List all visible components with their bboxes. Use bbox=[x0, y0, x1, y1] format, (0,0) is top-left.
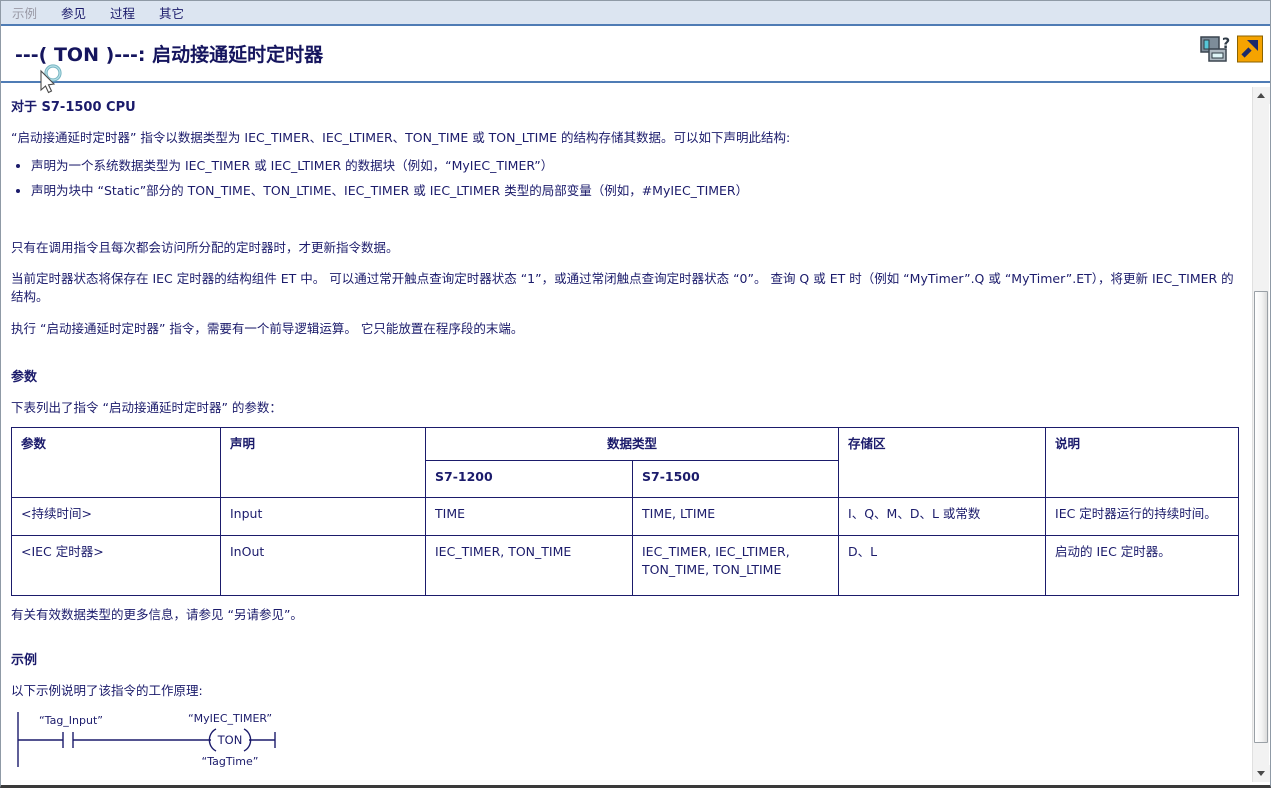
normally-open-contact bbox=[63, 732, 73, 748]
cell-description: IEC 定时器运行的持续时间。 bbox=[1046, 497, 1239, 535]
triangle-down-icon bbox=[1257, 771, 1265, 776]
col-header-memory: 存储区 bbox=[839, 427, 1046, 497]
cell-s7-1500: IEC_TIMER, IEC_LTIMER, TON_TIME, TON_LTI… bbox=[633, 535, 839, 595]
paragraph-timer-status: 当前定时器状态将保存在 IEC 定时器的结构组件 ET 中。 可以通过常开触点查… bbox=[11, 270, 1239, 306]
scroll-down-button[interactable] bbox=[1253, 765, 1270, 782]
menu-item-see-also[interactable]: 参见 bbox=[61, 3, 86, 22]
content-area: 对于 S7-1500 CPU “启动接通延时定时器” 指令以数据类型为 IEC_… bbox=[2, 87, 1251, 782]
col-header-s7-1200: S7-1200 bbox=[426, 460, 633, 497]
example-paragraph-1: 当操作数 Tag_Input 的信号状态从 “0”变为 “1”时，执行 “启动接… bbox=[11, 780, 1239, 782]
table-row: <IEC 定时器> InOut IEC_TIMER, TON_TIME IEC_… bbox=[12, 535, 1239, 595]
cell-declaration: Input bbox=[221, 497, 426, 535]
parameters-intro: 下表列出了指令 “启动接通延时定时器” 的参数： bbox=[11, 399, 1239, 417]
list-item: 声明为一个系统数据类型为 IEC_TIMER 或 IEC_LTIMER 的数据块… bbox=[31, 157, 1239, 175]
section-heading-cpu: 对于 S7-1500 CPU bbox=[11, 99, 1239, 118]
cell-description: 启动的 IEC 定时器。 bbox=[1046, 535, 1239, 595]
related-topics-icon[interactable]: ? bbox=[1198, 35, 1232, 65]
section-heading-parameters: 参数 bbox=[11, 369, 1239, 388]
menu-item-example[interactable]: 示例 bbox=[12, 3, 37, 22]
title-icons: ? bbox=[1198, 35, 1263, 65]
list-item: 声明为块中 “Static”部分的 TON_TIME、TON_LTIME、IEC… bbox=[31, 182, 1239, 200]
example-intro: 以下示例说明了该指令的工作原理: bbox=[11, 682, 1239, 700]
cell-param: <持续时间> bbox=[12, 497, 221, 535]
col-header-param: 参数 bbox=[12, 427, 221, 497]
coil-text: TON bbox=[217, 733, 243, 747]
col-header-description: 说明 bbox=[1046, 427, 1239, 497]
paragraph-update: 只有在调用指令且每次都会访问所分配的定时器时，才更新指令数据。 bbox=[11, 239, 1239, 257]
menu-bar: 示例 参见 过程 其它 bbox=[1, 1, 1270, 26]
cell-param: <IEC 定时器> bbox=[12, 535, 221, 595]
contact-label: “Tag_Input” bbox=[39, 714, 103, 727]
cell-declaration: InOut bbox=[221, 535, 426, 595]
help-window: 示例 参见 过程 其它 ---( TON )---: 启动接通延时定时器 ? bbox=[0, 0, 1271, 788]
menu-item-procedure[interactable]: 过程 bbox=[110, 3, 135, 22]
table-header-row: 参数 声明 数据类型 存储区 说明 bbox=[12, 427, 1239, 460]
see-also-note: 有关有效数据类型的更多信息，请参见 “另请参见”。 bbox=[11, 606, 1239, 624]
title-bar: ---( TON )---: 启动接通延时定时器 ? bbox=[1, 26, 1270, 83]
vertical-scrollbar[interactable] bbox=[1252, 87, 1269, 782]
paragraph-placement: 执行 “启动接通延时定时器” 指令，需要有一个前导逻辑运算。 它只能放置在程序段… bbox=[11, 320, 1239, 338]
menu-item-other[interactable]: 其它 bbox=[159, 3, 184, 22]
coil-label-top: “MyIEC_TIMER” bbox=[188, 712, 272, 725]
ton-coil: TON bbox=[209, 729, 250, 751]
col-header-declaration: 声明 bbox=[221, 427, 426, 497]
parameters-table: 参数 声明 数据类型 存储区 说明 S7-1200 S7-1500 <持续时间>… bbox=[11, 427, 1239, 596]
col-header-s7-1500: S7-1500 bbox=[633, 460, 839, 497]
table-row: <持续时间> Input TIME TIME, LTIME I、Q、M、D、L … bbox=[12, 497, 1239, 535]
ladder-diagram-ton: “Tag_Input” TON “MyIEC_TIMER” “TagTime” bbox=[13, 710, 298, 770]
triangle-up-icon bbox=[1257, 93, 1265, 98]
cell-s7-1200: IEC_TIMER, TON_TIME bbox=[426, 535, 633, 595]
cell-s7-1500: TIME, LTIME bbox=[633, 497, 839, 535]
coil-label-bottom: “TagTime” bbox=[202, 755, 259, 768]
col-header-datatype: 数据类型 bbox=[426, 427, 839, 460]
paragraph-datatypes: “启动接通延时定时器” 指令以数据类型为 IEC_TIMER、IEC_LTIME… bbox=[11, 129, 1239, 147]
scrollbar-thumb[interactable] bbox=[1254, 291, 1268, 743]
section-heading-example: 示例 bbox=[11, 652, 1239, 671]
page-title: ---( TON )---: 启动接通延时定时器 bbox=[15, 40, 323, 67]
open-external-arrow-icon[interactable] bbox=[1237, 35, 1263, 63]
declaration-list: 声明为一个系统数据类型为 IEC_TIMER 或 IEC_LTIMER 的数据块… bbox=[11, 157, 1239, 200]
cell-s7-1200: TIME bbox=[426, 497, 633, 535]
cell-memory: I、Q、M、D、L 或常数 bbox=[839, 497, 1046, 535]
scroll-up-button[interactable] bbox=[1253, 87, 1270, 104]
cell-memory: D、L bbox=[839, 535, 1046, 595]
